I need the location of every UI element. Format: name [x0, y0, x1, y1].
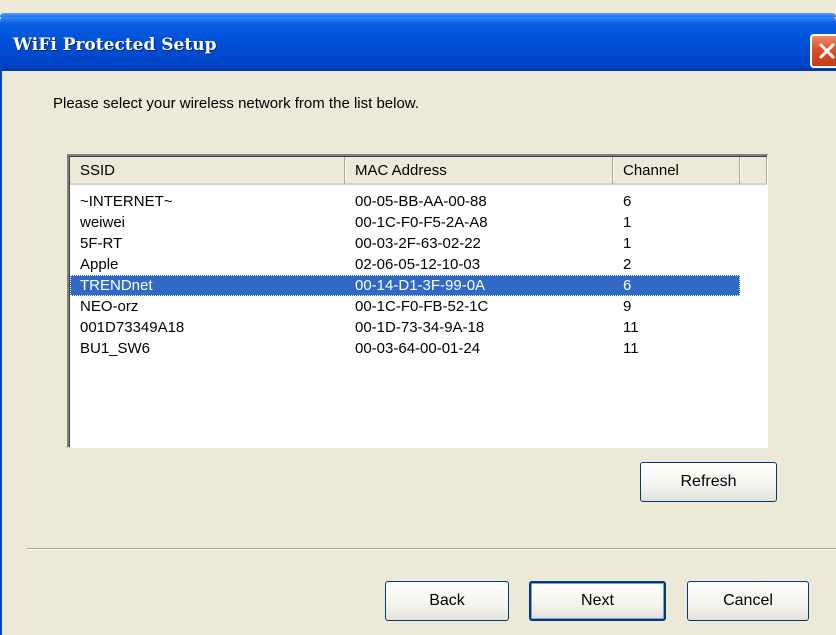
column-header-filler — [740, 157, 767, 185]
network-row[interactable]: ~INTERNET~ 00-05-BB-AA-00-88 6 — [70, 191, 663, 212]
network-ssid: 001D73349A18 — [80, 319, 185, 336]
network-row[interactable]: BU1_SW6 00-03-64-00-01-24 11 — [70, 338, 663, 359]
network-row[interactable]: Apple 02-06-05-12-10-03 2 — [70, 254, 663, 275]
list-header: SSID MAC Address Channel — [70, 157, 767, 185]
column-header-mac-address[interactable]: MAC Address — [345, 157, 614, 185]
network-ssid: TRENDnet — [80, 277, 153, 294]
close-icon — [819, 43, 835, 59]
network-channel: 11 — [623, 340, 639, 357]
network-channel: 1 — [623, 214, 632, 231]
network-ssid: BU1_SW6 — [80, 340, 151, 357]
network-mac-address: 02-06-05-12-10-03 — [355, 256, 481, 273]
column-header-ssid[interactable]: SSID — [70, 157, 346, 185]
network-mac-address: 00-03-2F-63-02-22 — [355, 235, 481, 252]
network-ssid: ~INTERNET~ — [80, 193, 173, 210]
title-bar[interactable]: WiFi Protected Setup — [0, 13, 836, 71]
instruction-text: Please select your wireless network from… — [53, 95, 419, 112]
cancel-button[interactable]: Cancel — [687, 581, 809, 621]
separator-highlight — [27, 549, 836, 550]
dialog-window: WiFi Protected Setup Please select your … — [0, 0, 836, 635]
network-row[interactable]: 5F-RT 00-03-2F-63-02-22 1 — [70, 233, 663, 254]
network-row[interactable]: 001D73349A18 00-1D-73-34-9A-18 11 — [70, 317, 663, 338]
network-mac-address: 00-14-D1-3F-99-0A — [355, 277, 486, 294]
network-mac-address: 00-1C-F0-FB-52-1C — [355, 298, 489, 315]
window-border — [0, 71, 2, 635]
network-ssid: Apple — [80, 256, 119, 273]
network-row-selected[interactable]: TRENDnet 00-14-D1-3F-99-0A 6 — [70, 275, 740, 296]
window-title: WiFi Protected Setup — [13, 35, 217, 55]
refresh-button[interactable]: Refresh — [640, 462, 777, 502]
network-ssid: 5F-RT — [80, 235, 123, 252]
column-header-channel[interactable]: Channel — [613, 157, 741, 185]
network-mac-address: 00-1D-73-34-9A-18 — [355, 319, 485, 336]
next-button[interactable]: Next — [529, 581, 666, 621]
network-row[interactable]: weiwei 00-1C-F0-F5-2A-A8 1 — [70, 212, 663, 233]
network-mac-address: 00-05-BB-AA-00-88 — [355, 193, 487, 210]
network-list[interactable]: SSID MAC Address Channel ~INTERNET~ 00-05… — [67, 154, 768, 448]
back-button[interactable]: Back — [385, 581, 509, 621]
network-row[interactable]: NEO-orz 00-1C-F0-FB-52-1C 9 — [70, 296, 663, 317]
close-button[interactable] — [810, 34, 836, 68]
network-mac-address: 00-1C-F0-F5-2A-A8 — [355, 214, 488, 231]
network-channel: 6 — [623, 193, 632, 210]
network-channel: 2 — [623, 256, 632, 273]
network-ssid: weiwei — [80, 214, 126, 231]
network-channel: 1 — [623, 235, 632, 252]
network-channel: 11 — [623, 319, 639, 336]
network-channel: 9 — [623, 298, 632, 315]
network-list-viewport: SSID MAC Address Channel ~INTERNET~ 00-05… — [69, 156, 767, 447]
network-channel: 6 — [623, 277, 632, 294]
network-ssid: NEO-orz — [80, 298, 139, 315]
network-mac-address: 00-03-64-00-01-24 — [355, 340, 481, 357]
